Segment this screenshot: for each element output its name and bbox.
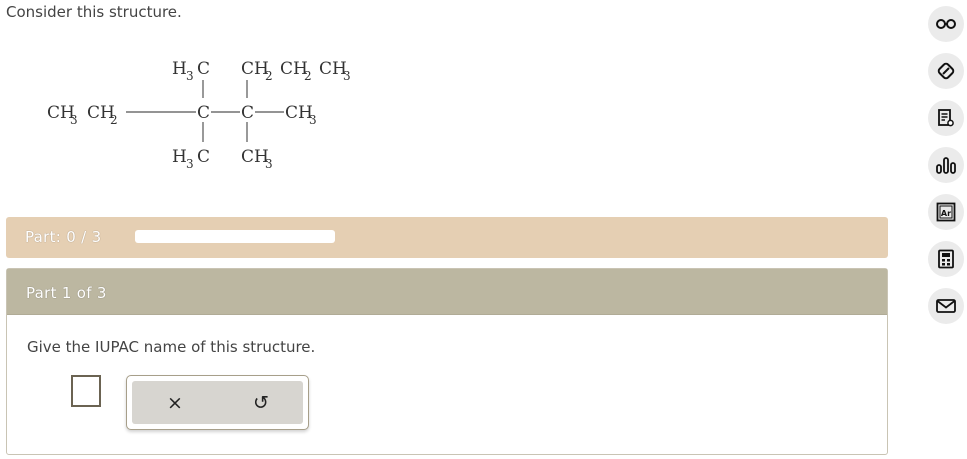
struct-b-top-2-sub: 2 bbox=[304, 69, 312, 83]
struct-left-sub: 3 bbox=[70, 113, 78, 127]
struct-b-top-3-sub: 3 bbox=[343, 69, 351, 83]
prompt-text: Consider this structure. bbox=[6, 3, 182, 21]
chart-icon[interactable] bbox=[928, 147, 964, 183]
chemical-structure: CH 3 CH 2 C H 3 C H 3 C C CH 2 CH 2 CH 3… bbox=[47, 59, 351, 171]
struct-a-bottom-h: H bbox=[172, 147, 187, 167]
question-text: Give the IUPAC name of this structure. bbox=[27, 338, 316, 356]
struct-b-top-1-sub: 2 bbox=[265, 69, 273, 83]
periodic-table-label: Ar bbox=[941, 209, 951, 218]
part-card: Part 1 of 3 Give the IUPAC name of this … bbox=[6, 268, 888, 455]
struct-left-sub2: 2 bbox=[110, 113, 118, 127]
clear-button[interactable]: × bbox=[161, 389, 189, 417]
undo-button[interactable]: ↺ bbox=[247, 389, 275, 417]
struct-a-top-c: C bbox=[197, 59, 210, 79]
struct-a-bottom-sub: 3 bbox=[186, 157, 194, 171]
action-panel-inner: × ↺ bbox=[132, 381, 303, 424]
progress-track bbox=[135, 230, 335, 243]
struct-b-bottom-sub: 3 bbox=[265, 157, 273, 171]
part-header: Part 1 of 3 bbox=[7, 269, 887, 315]
part-title: Part 1 of 3 bbox=[26, 284, 107, 302]
struct-a-top-sub: 3 bbox=[186, 69, 194, 83]
struct-carbon-a: C bbox=[197, 103, 210, 123]
notes-icon[interactable] bbox=[928, 100, 964, 136]
eraser-icon[interactable] bbox=[928, 53, 964, 89]
struct-a-bottom-c: C bbox=[197, 147, 210, 167]
struct-carbon-b: C bbox=[241, 103, 254, 123]
periodic-table-icon[interactable]: Ar bbox=[928, 194, 964, 230]
action-panel: × ↺ bbox=[126, 375, 309, 430]
answer-input[interactable] bbox=[71, 375, 101, 407]
progress-label: Part: 0 / 3 bbox=[25, 228, 102, 246]
progress-bar: Part: 0 / 3 bbox=[6, 217, 888, 258]
struct-b-right-sub: 3 bbox=[309, 113, 317, 127]
mail-icon[interactable] bbox=[928, 288, 964, 324]
calculator-icon[interactable] bbox=[928, 241, 964, 277]
glasses-icon[interactable] bbox=[928, 6, 964, 42]
struct-a-top-h: H bbox=[172, 59, 187, 79]
